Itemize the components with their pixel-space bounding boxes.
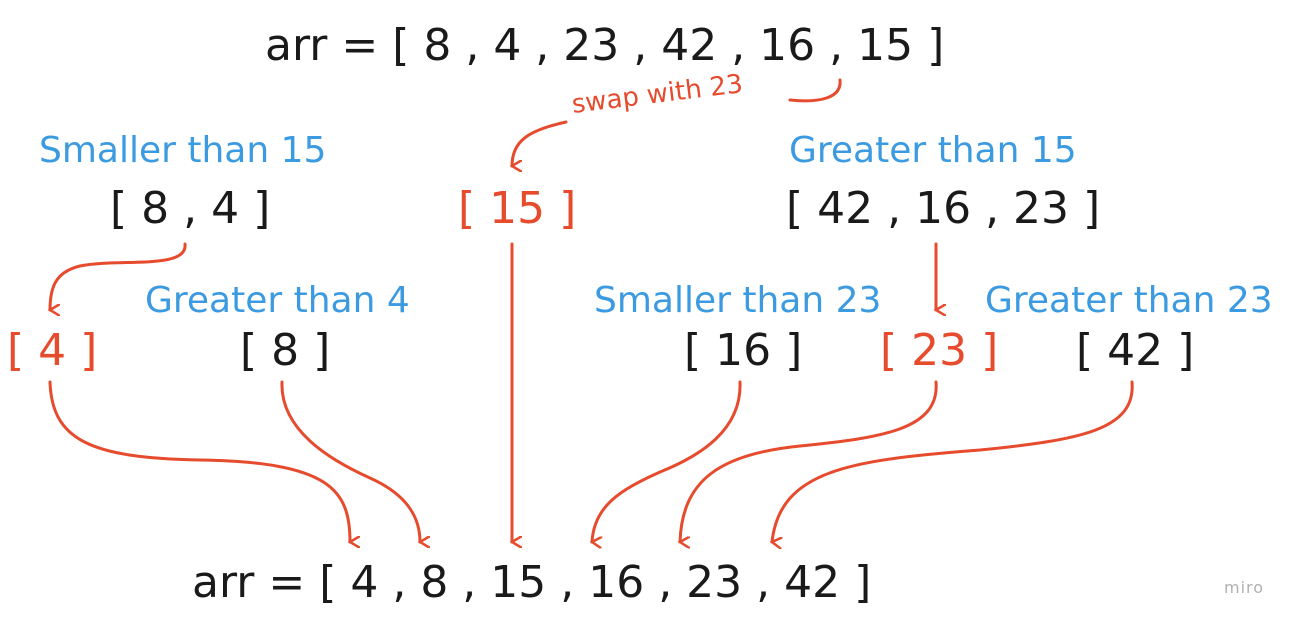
arrow-swap-curve — [788, 78, 842, 103]
quicksort-diagram: arr = [ 8 , 4 , 23 , 42 , 16 , 15 ] swap… — [0, 0, 1296, 624]
arrow-23-down — [680, 380, 938, 542]
right-pivot-23: [ 23 ] — [880, 325, 999, 376]
miro-watermark: miro — [1224, 578, 1265, 597]
greater-than-4-caption: Greater than 4 — [145, 280, 410, 321]
greater-than-23-caption: Greater than 23 — [985, 280, 1273, 321]
greater-than-23-array: [ 42 ] — [1076, 325, 1195, 376]
arrow-8-down — [280, 380, 420, 542]
smaller-than-23-array: [ 16 ] — [684, 325, 803, 376]
arrow-4-down — [48, 380, 350, 542]
left-caption: Smaller than 15 — [39, 130, 327, 171]
arrow-swap-to-pivot — [512, 120, 568, 166]
right-caption: Greater than 15 — [789, 130, 1077, 171]
top-array: arr = [ 8 , 4 , 23 , 42 , 16 , 15 ] — [265, 20, 945, 71]
left-array: [ 8 , 4 ] — [110, 183, 271, 234]
arrow-16-down — [592, 380, 742, 542]
greater-than-4-array: [ 8 ] — [240, 325, 331, 376]
left-pivot-4: [ 4 ] — [7, 325, 98, 376]
right-array: [ 42 , 16 , 23 ] — [786, 183, 1101, 234]
pivot-15: [ 15 ] — [458, 183, 577, 234]
result-array: arr = [ 4 , 8 , 15 , 16 , 23 , 42 ] — [192, 557, 872, 608]
arrow-42-down — [772, 380, 1134, 542]
smaller-than-23-caption: Smaller than 23 — [594, 280, 882, 321]
